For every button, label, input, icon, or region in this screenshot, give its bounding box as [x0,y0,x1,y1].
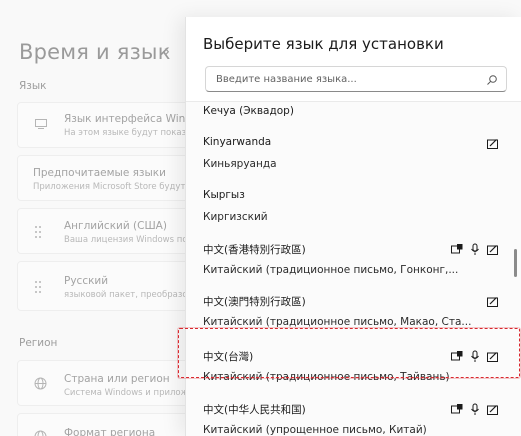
microphone-icon [470,350,480,364]
list-scrollbar[interactable] [514,249,517,277]
language-native-name: Киргизский [203,211,268,223]
monitor-icon [34,118,48,132]
card-title: Формат региона [64,427,156,436]
language-name: Кыргыз [203,189,245,201]
language-item-selected[interactable]: 中文(台灣) Китайский (традиционное письмо, Т… [186,339,521,389]
language-name: Kinyarwanda [203,136,272,148]
handwriting-icon [486,243,499,257]
language-item[interactable]: 中文(香港特別行政區) Китайский (традиционное пись… [186,233,521,283]
handwriting-icon [486,295,499,309]
language-search-input[interactable] [216,71,476,87]
language-native-name: Китайский (традиционное письмо, Макао, С… [203,316,472,328]
card-title: Страна или регион [64,373,170,385]
section-language-label: Язык [19,80,47,92]
card-preferred-languages[interactable]: Предпочитаемые языки Приложения Microsof… [17,155,231,201]
language-item[interactable]: Кыргыз Киргизский [186,181,521,229]
language-list[interactable]: Кечуа (Эквадор) Kinyarwanda Киньяруанда … [186,101,521,436]
language-native-name: Киньяруанда [203,158,277,170]
drag-handle-icon[interactable] [34,225,42,241]
card-subtitle: языковой пакет, преобразо [64,290,188,300]
card-subtitle: Ваша лицензия Windows под [64,235,194,245]
card-language-english[interactable]: Английский (США) Ваша лицензия Windows п… [17,208,197,254]
language-name: Кечуа (Эквадор) [203,105,294,117]
language-item[interactable]: Kinyarwanda Киньяруанда [186,128,521,176]
handwriting-icon [486,137,499,151]
card-title: Предпочитаемые языки [33,167,166,179]
globe-icon [34,430,47,436]
dialog-title: Выберите язык для установки [203,35,444,53]
language-item[interactable]: Кечуа (Эквадор) [186,102,521,124]
language-item[interactable]: 中文(中华人民共和国) Китайский (упрощенное письмо… [186,392,521,436]
language-search-box[interactable] [205,66,507,92]
card-display-language[interactable]: Язык интерфейса Windows На этом языке бу… [17,102,212,148]
language-name: 中文(台灣) [203,351,254,363]
card-title: Русский [64,275,109,287]
handwriting-icon [486,350,499,364]
language-native-name: Китайский (традиционное письмо, Тайвань) [203,371,450,383]
card-regional-format[interactable]: Формат региона [17,413,197,436]
display-language-icon [450,350,464,364]
card-language-russian[interactable]: Русский языковой пакет, преобразо [17,261,197,311]
card-country-region[interactable]: Страна или регион Система Windows и прил… [17,360,210,406]
language-name: 中文(香港特別行政區) [203,244,306,256]
section-region-label: Регион [19,337,58,349]
choose-language-dialog: Выберите язык для установки Кечуа (Эквад… [185,17,521,436]
handwriting-icon [486,403,499,417]
language-item[interactable]: 中文(澳門特別行政區) Китайский (традиционное пись… [186,285,521,335]
search-icon[interactable] [486,73,498,85]
globe-icon [34,377,47,392]
page-title: Время и язык [19,40,171,64]
breadcrumb-chevron: › [164,41,170,60]
language-name: 中文(中华人民共和国) [203,404,306,416]
language-name: 中文(澳門特別行政區) [203,296,306,308]
card-title: Английский (США) [64,220,167,232]
card-subtitle: На этом языке будут показаны [64,128,204,138]
display-language-icon [450,403,464,417]
microphone-icon [470,403,480,417]
language-native-name: Китайский (упрощенное письмо, Китай) [203,424,427,436]
display-language-icon [450,243,464,257]
microphone-icon [470,243,480,257]
drag-handle-icon[interactable] [34,280,42,296]
language-native-name: Китайский (традиционное письмо, Гонконг,… [203,264,459,276]
